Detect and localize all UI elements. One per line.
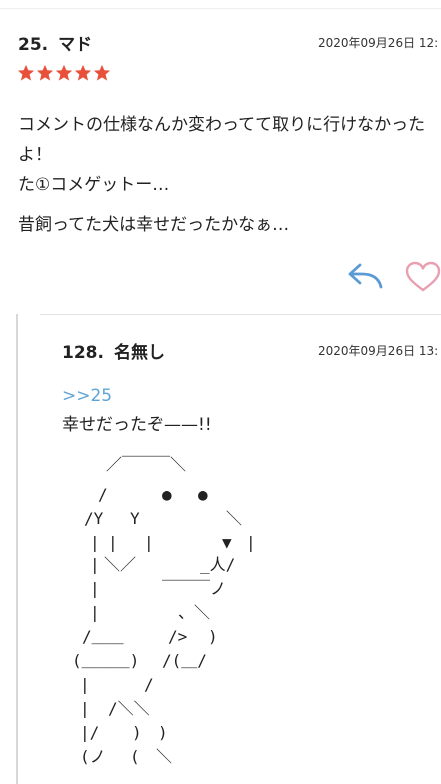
aa-head-top: ／￣￣￣＼: [106, 455, 187, 474]
aa-arm: />: [168, 627, 188, 646]
top-divider: [0, 8, 441, 9]
rating-stars: [17, 64, 111, 88]
aa-leg-left-1: |: [80, 675, 90, 694]
star-icon: [74, 64, 92, 81]
reply-text: 幸せだったぞ——!!: [62, 415, 212, 435]
aa-ear-edge-3: |: [144, 533, 154, 552]
aa-snout-slope: ＼: [226, 509, 243, 528]
star-icon: [36, 64, 54, 81]
aa-jaw: ￣￣￣ノ: [162, 579, 227, 598]
comment-date: 2020年09月26日 12:: [318, 36, 439, 50]
reply-icon[interactable]: [346, 260, 386, 292]
aa-ear-left: /Y: [84, 509, 104, 528]
comment-number: 25.: [18, 35, 49, 55]
reply-author: 名無し: [113, 343, 165, 363]
ascii-art-dog: ／￣￣￣＼ / ● ● /Y Y ＼ | | | ▼ | | ＼／ _人/ | …: [70, 455, 441, 784]
comment-header: 25. マド: [18, 30, 92, 55]
reply-anchor-link[interactable]: >>25: [62, 386, 112, 406]
aa-ear-bottom-side: |: [90, 555, 100, 574]
aa-neck-left: |: [90, 579, 100, 598]
aa-nose: ▼: [222, 533, 232, 552]
aa-ear-edge-1: |: [90, 533, 100, 552]
aa-foot-right-2: ＼: [156, 747, 173, 766]
aa-body-left: |: [90, 603, 100, 622]
aa-eye-left: ●: [162, 485, 172, 504]
star-icon: [17, 64, 35, 81]
comment-author: マド: [58, 35, 93, 55]
aa-eye-right: ●: [198, 485, 208, 504]
reply-number: 128.: [62, 343, 104, 363]
comment-line: 昔飼ってた犬は幸せだったかなぁ…: [18, 215, 290, 235]
aa-paw: (＿＿＿): [72, 651, 140, 670]
aa-arm-edge: ): [208, 627, 218, 646]
aa-elbow: /(＿/: [162, 651, 207, 670]
star-icon: [55, 64, 73, 81]
aa-foot-right-1: ): [158, 723, 168, 742]
aa-ear-bottom: ＼／: [104, 555, 137, 574]
reply-divider: [40, 314, 441, 315]
aa-snout-edge: |: [246, 533, 256, 552]
aa-mouth: _人/: [200, 555, 236, 574]
aa-paw-top: /＿＿: [82, 627, 124, 646]
aa-head-left: /: [98, 485, 108, 504]
heart-icon[interactable]: [404, 261, 441, 293]
aa-foot-left-1: |/: [80, 723, 100, 742]
aa-foot-mid-2: (: [130, 747, 140, 766]
aa-foot-mid-1: ): [132, 723, 142, 742]
comment-body: コメントの仕様なんか変わってて取りに行けなかったよ！ た①コメゲットー…: [18, 115, 426, 195]
aa-leg-left-2: |: [80, 699, 90, 718]
aa-chest: 、＼: [178, 603, 211, 622]
reply-header: 128. 名無し: [62, 338, 165, 363]
reply-date: 2020年09月26日 13:: [318, 344, 439, 358]
aa-foot-left-2: (ノ: [80, 747, 106, 766]
aa-ear-right: Y: [130, 509, 140, 528]
aa-leg-right-1: /: [144, 675, 154, 694]
star-icon: [93, 64, 111, 81]
thread-indent-bar: [16, 314, 18, 784]
aa-ear-edge-2: |: [108, 533, 118, 552]
aa-leg-right-2: /＼＼: [108, 699, 150, 718]
